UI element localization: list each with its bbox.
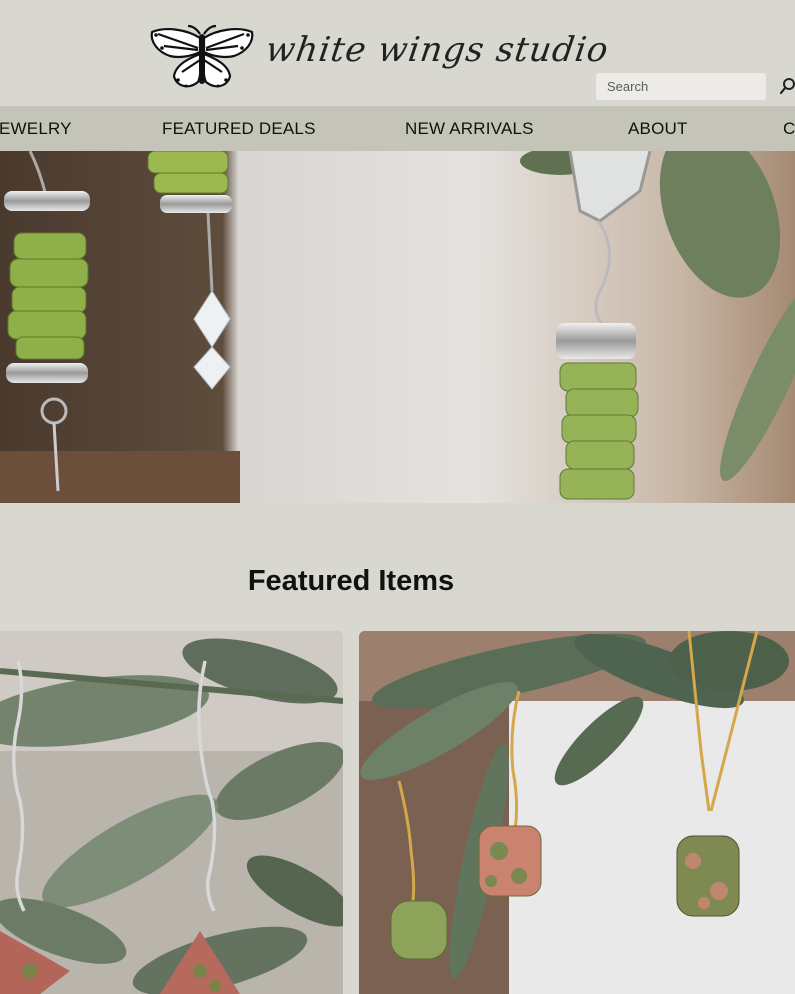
hero-image (0, 151, 795, 503)
nav-item-about[interactable]: ABOUT (628, 119, 688, 139)
featured-item-card[interactable] (0, 631, 343, 994)
featured-item-card[interactable] (359, 631, 795, 994)
search-input[interactable] (596, 73, 766, 100)
main-nav: EWELRY FEATURED DEALS NEW ARRIVALS ABOUT… (0, 106, 795, 151)
nav-item-contact[interactable]: C (783, 119, 795, 139)
earrings-photo (0, 151, 795, 503)
butterfly-logo-icon[interactable] (148, 24, 256, 94)
unakite-triangle-earrings-photo[interactable] (0, 631, 343, 994)
site-header: white wings studio (0, 0, 795, 106)
unakite-gold-earrings-necklace-photo[interactable] (359, 631, 795, 994)
nav-item-new-arrivals[interactable]: NEW ARRIVALS (405, 119, 534, 139)
nav-item-featured-deals[interactable]: FEATURED DEALS (162, 119, 316, 139)
featured-items-title: Featured Items (247, 565, 455, 597)
brand-name[interactable]: white wings studio (263, 30, 611, 70)
search-box (596, 73, 766, 100)
search-icon[interactable] (780, 74, 795, 98)
nav-item-jewelry[interactable]: EWELRY (0, 119, 72, 139)
